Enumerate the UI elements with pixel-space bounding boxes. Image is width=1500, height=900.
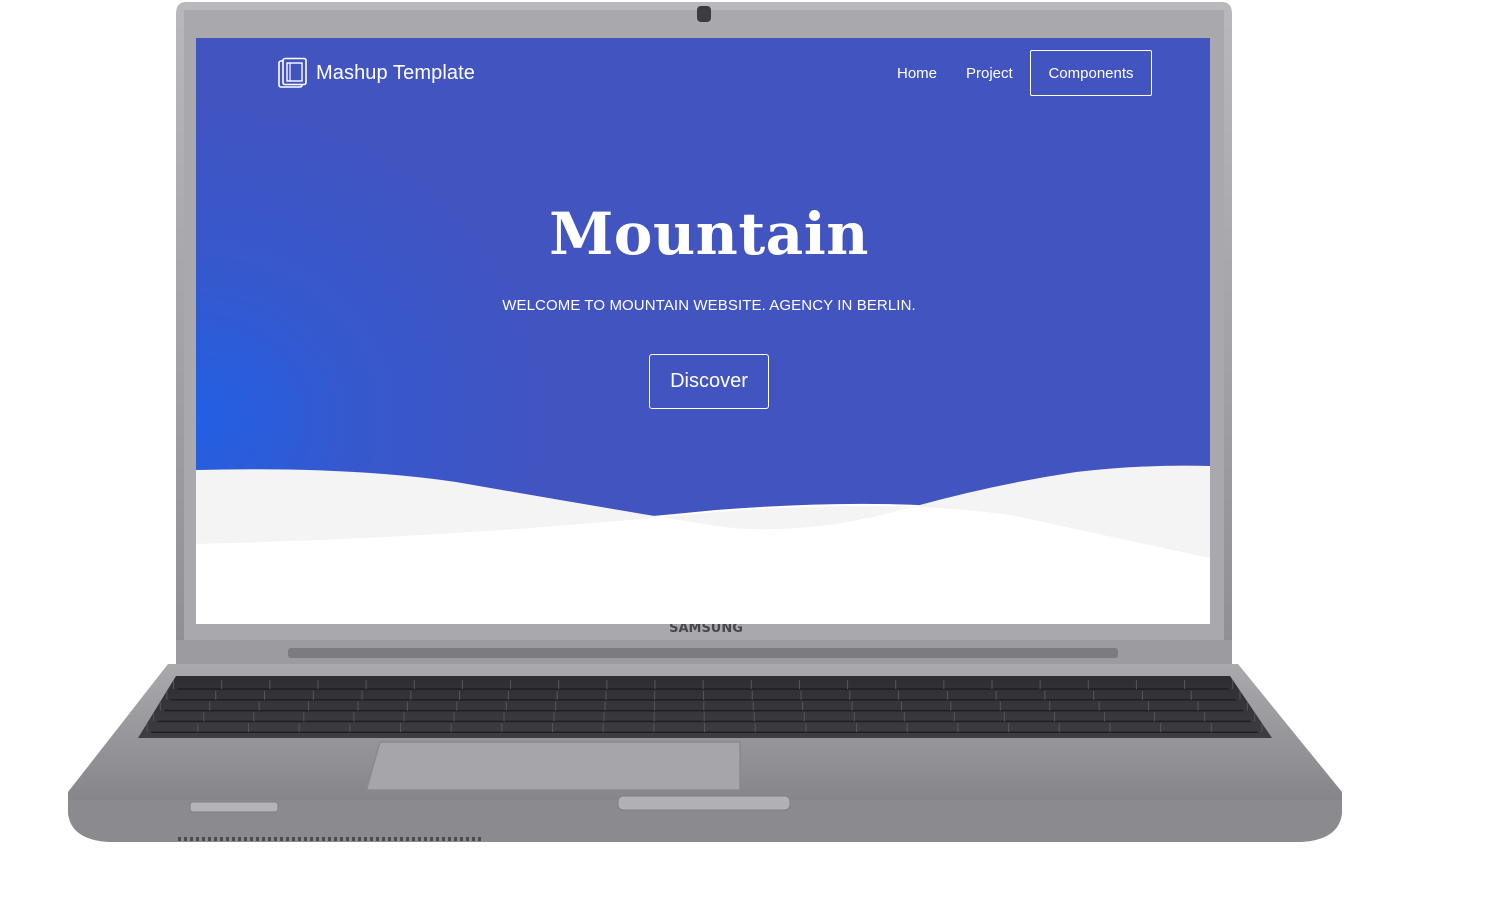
- discover-button[interactable]: Discover: [649, 354, 769, 409]
- hero-title: Mountain: [549, 200, 869, 268]
- brand-name: Mashup Template: [316, 61, 475, 84]
- nav-project-link[interactable]: Project: [966, 65, 1013, 82]
- laptop-screen: Mashup Template Home Project Components …: [196, 38, 1210, 624]
- brand-link[interactable]: Mashup Template: [278, 57, 475, 89]
- book-stack-icon: [278, 57, 310, 89]
- webcam-icon: [697, 6, 711, 22]
- navbar: Mashup Template Home Project Components: [196, 38, 1210, 112]
- nav-home-link[interactable]: Home: [897, 65, 937, 82]
- hero-wave-divider: [196, 465, 1210, 624]
- touchpad: [366, 741, 741, 791]
- nav-components-button[interactable]: Components: [1030, 50, 1152, 96]
- hero-subtitle: WELCOME TO MOUNTAIN WEBSITE. AGENCY IN B…: [502, 297, 916, 314]
